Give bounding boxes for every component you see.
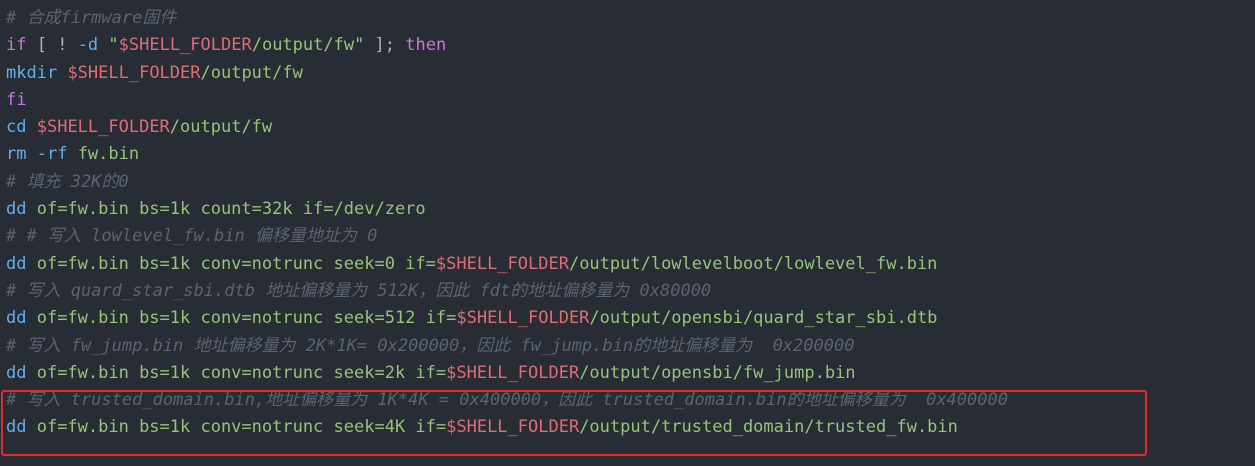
code-token: $SHELL_FOLDER [456, 308, 590, 329]
code-line[interactable]: # 合成firmware固件 [0, 5, 1255, 32]
code-token: [ ! [26, 35, 78, 56]
code-line[interactable]: # # 写入 lowlevel_fw.bin 偏移量地址为 0 [0, 223, 1255, 250]
code-comment: # 填充 32K的0 [6, 171, 129, 192]
code-line[interactable]: dd of=fw.bin bs=1k conv=notrunc seek=512… [0, 305, 1255, 332]
code-editor[interactable]: # 合成firmware固件 if [ ! -d "$SHELL_FOLDER/o… [0, 0, 1255, 466]
code-line[interactable]: dd of=fw.bin bs=1k conv=notrunc seek=0 i… [0, 251, 1255, 278]
code-line[interactable]: dd of=fw.bin bs=1k count=32k if=/dev/zer… [0, 196, 1255, 223]
code-token: mkdir [6, 62, 58, 83]
code-line[interactable]: mkdir $SHELL_FOLDER/output/fw [0, 60, 1255, 87]
code-comment: # 写入 trusted_domain.bin,地址偏移量为 1K*4K = 0… [6, 390, 1008, 411]
code-line[interactable]: dd of=fw.bin bs=1k conv=notrunc seek=2k … [0, 360, 1255, 387]
code-token: /output/fw [169, 117, 273, 138]
code-line[interactable]: rm -rf fw.bin [0, 141, 1255, 168]
code-token: fw.bin [67, 144, 140, 165]
code-token: $SHELL_FOLDER [446, 362, 580, 383]
code-line[interactable]: fi [0, 87, 1255, 114]
code-token: of=fw.bin bs=1k conv=notrunc seek=512 if… [26, 308, 457, 329]
code-token: " [108, 35, 119, 56]
code-token: cd [6, 117, 27, 138]
code-token: -d [77, 35, 99, 56]
code-comment: # 写入 quard_star_sbi.dtb 地址偏移量为 512K，因此 f… [6, 280, 712, 301]
code-token: $SHELL_FOLDER [118, 35, 252, 56]
code-token: $SHELL_FOLDER [67, 62, 201, 83]
code-token: /output/fw [200, 62, 303, 83]
code-token: /output/opensbi/fw_jump.bin [579, 362, 856, 383]
code-token: ]; [364, 35, 406, 56]
code-token: /output/opensbi/quard_star_sbi.dtb [589, 308, 938, 329]
code-comment: # 合成firmware固件 [6, 8, 177, 28]
code-comment: # # 写入 lowlevel_fw.bin 偏移量地址为 0 [6, 226, 378, 247]
code-token: fi [6, 89, 27, 110]
code-token: dd [6, 308, 27, 329]
code-token: of=fw.bin bs=1k count=32k if=/dev/zero [26, 199, 426, 220]
code-line[interactable]: dd of=fw.bin bs=1k conv=notrunc seek=4K … [0, 414, 1255, 441]
code-line[interactable]: # 写入 quard_star_sbi.dtb 地址偏移量为 512K，因此 f… [0, 278, 1255, 305]
code-token: dd [6, 417, 27, 438]
code-line[interactable]: cd $SHELL_FOLDER/output/fw [0, 114, 1255, 141]
code-token: then [405, 35, 447, 56]
code-token: $SHELL_FOLDER [446, 417, 580, 438]
code-token: of=fw.bin bs=1k conv=notrunc seek=0 if= [26, 253, 436, 274]
code-token: $SHELL_FOLDER [36, 117, 170, 138]
code-token: /output/trusted_domain/trusted_fw.bin [579, 417, 958, 438]
code-token: $SHELL_FOLDER [435, 253, 569, 274]
code-line[interactable]: # 填充 32K的0 [0, 169, 1255, 196]
code-token: of=fw.bin bs=1k conv=notrunc seek=4K if= [26, 417, 447, 438]
code-comment: # 写入 fw_jump.bin 地址偏移量为 2K*1K= 0x200000，… [6, 335, 855, 356]
code-lines: # 合成firmware固件 if [ ! -d "$SHELL_FOLDER/o… [0, 5, 1255, 442]
code-token: dd [6, 362, 27, 383]
code-token: dd [6, 199, 27, 220]
code-line[interactable]: # 写入 fw_jump.bin 地址偏移量为 2K*1K= 0x200000，… [0, 333, 1255, 360]
code-token: dd [6, 253, 27, 274]
code-token: rm [6, 144, 27, 165]
code-token: /output/lowlevelboot/lowlevel_fw.bin [568, 253, 938, 274]
code-token: /output/fw" [251, 35, 365, 56]
code-token: if [6, 35, 27, 56]
code-token: of=fw.bin bs=1k conv=notrunc seek=2k if= [26, 362, 447, 383]
code-line[interactable]: if [ ! -d "$SHELL_FOLDER/output/fw" ]; t… [0, 32, 1255, 59]
code-line[interactable]: # 写入 trusted_domain.bin,地址偏移量为 1K*4K = 0… [0, 387, 1255, 414]
code-token: -rf [36, 144, 68, 165]
